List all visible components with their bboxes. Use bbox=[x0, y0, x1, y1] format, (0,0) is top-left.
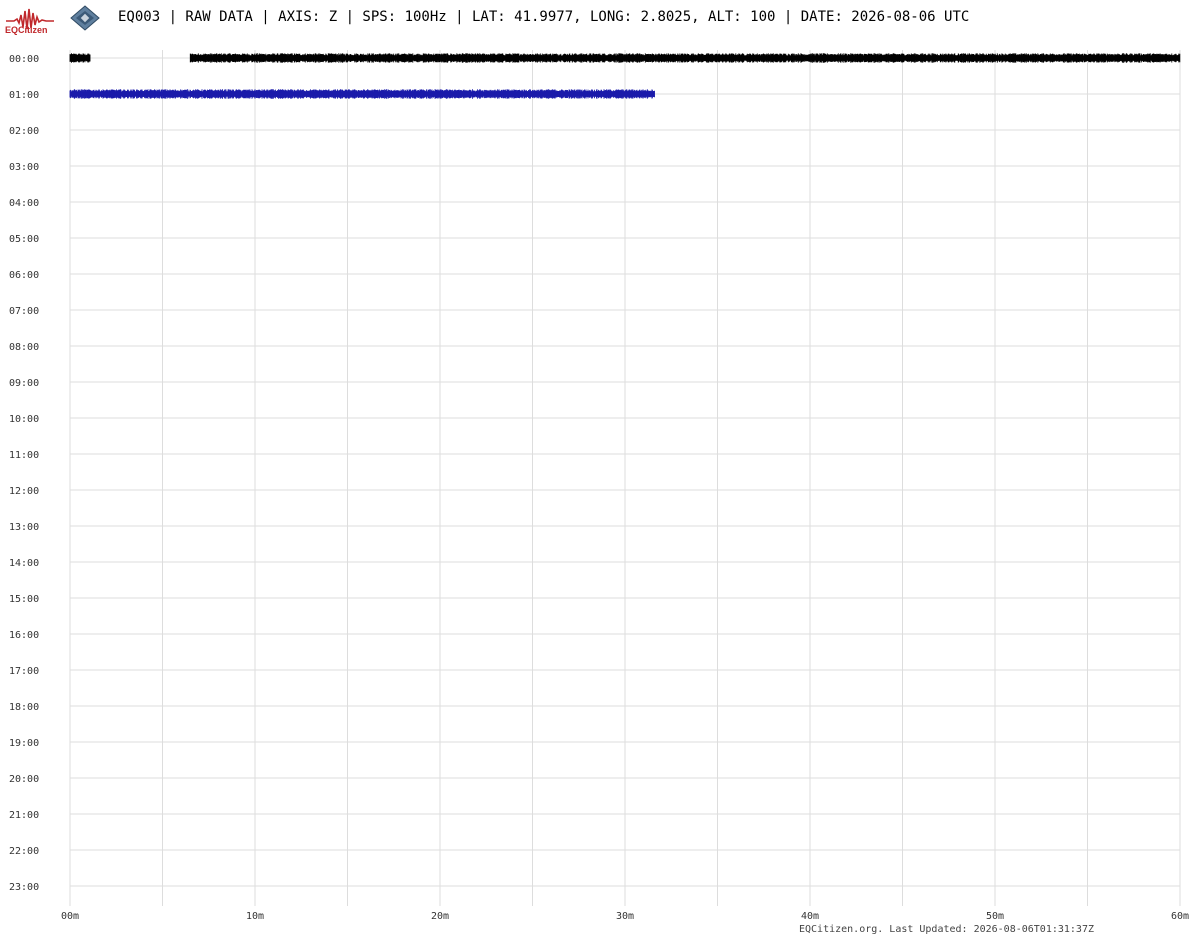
y-tick-label: 02:00 bbox=[9, 126, 39, 137]
y-tick-label: 00:00 bbox=[9, 54, 39, 65]
y-tick-label: 11:00 bbox=[9, 450, 39, 461]
helicorder-plot: 00:00 01:00 02:00 03:00 04:00 05:00 06:00 07:00… bbox=[9, 50, 1189, 922]
x-tick-label: 20m bbox=[431, 911, 449, 922]
x-axis-labels: 00m 10m 20m 30m 40m 50m 60m bbox=[61, 911, 1189, 922]
y-tick-label: 07:00 bbox=[9, 306, 39, 317]
y-tick-label: 15:00 bbox=[9, 594, 39, 605]
y-tick-label: 19:00 bbox=[9, 738, 39, 749]
x-tick-label: 30m bbox=[616, 911, 634, 922]
y-tick-label: 20:00 bbox=[9, 774, 39, 785]
y-tick-label: 21:00 bbox=[9, 810, 39, 821]
y-axis-labels: 00:00 01:00 02:00 03:00 04:00 05:00 06:00 07:00… bbox=[9, 54, 39, 893]
footer-last-updated: EQCitizen.org. Last Updated: 2026-08-06T… bbox=[798, 924, 1094, 935]
y-tick-label: 10:00 bbox=[9, 414, 39, 425]
y-tick-label: 22:00 bbox=[9, 846, 39, 857]
y-tick-label: 13:00 bbox=[9, 522, 39, 533]
y-tick-label: 05:00 bbox=[9, 234, 39, 245]
y-tick-label: 12:00 bbox=[9, 486, 39, 497]
y-tick-label: 18:00 bbox=[9, 702, 39, 713]
y-tick-label: 08:00 bbox=[9, 342, 39, 353]
y-tick-label: 16:00 bbox=[9, 630, 39, 641]
y-tick-label: 17:00 bbox=[9, 666, 39, 677]
x-tick-label: 10m bbox=[246, 911, 264, 922]
x-tick-label: 60m bbox=[1171, 911, 1189, 922]
y-tick-label: 04:00 bbox=[9, 198, 39, 209]
x-tick-label: 00m bbox=[61, 911, 79, 922]
y-tick-label: 03:00 bbox=[9, 162, 39, 173]
grid-lines bbox=[69, 50, 1181, 906]
y-tick-label: 09:00 bbox=[9, 378, 39, 389]
seismic-trace-0000 bbox=[69, 53, 91, 63]
x-tick-label: 40m bbox=[801, 911, 819, 922]
y-tick-label: 01:00 bbox=[9, 90, 39, 101]
y-tick-label: 23:00 bbox=[9, 882, 39, 893]
x-tick-label: 50m bbox=[986, 911, 1004, 922]
seismic-trace-0100 bbox=[69, 89, 655, 99]
seismic-trace-0000 bbox=[189, 53, 1181, 63]
y-tick-label: 06:00 bbox=[9, 270, 39, 281]
y-tick-label: 14:00 bbox=[9, 558, 39, 569]
